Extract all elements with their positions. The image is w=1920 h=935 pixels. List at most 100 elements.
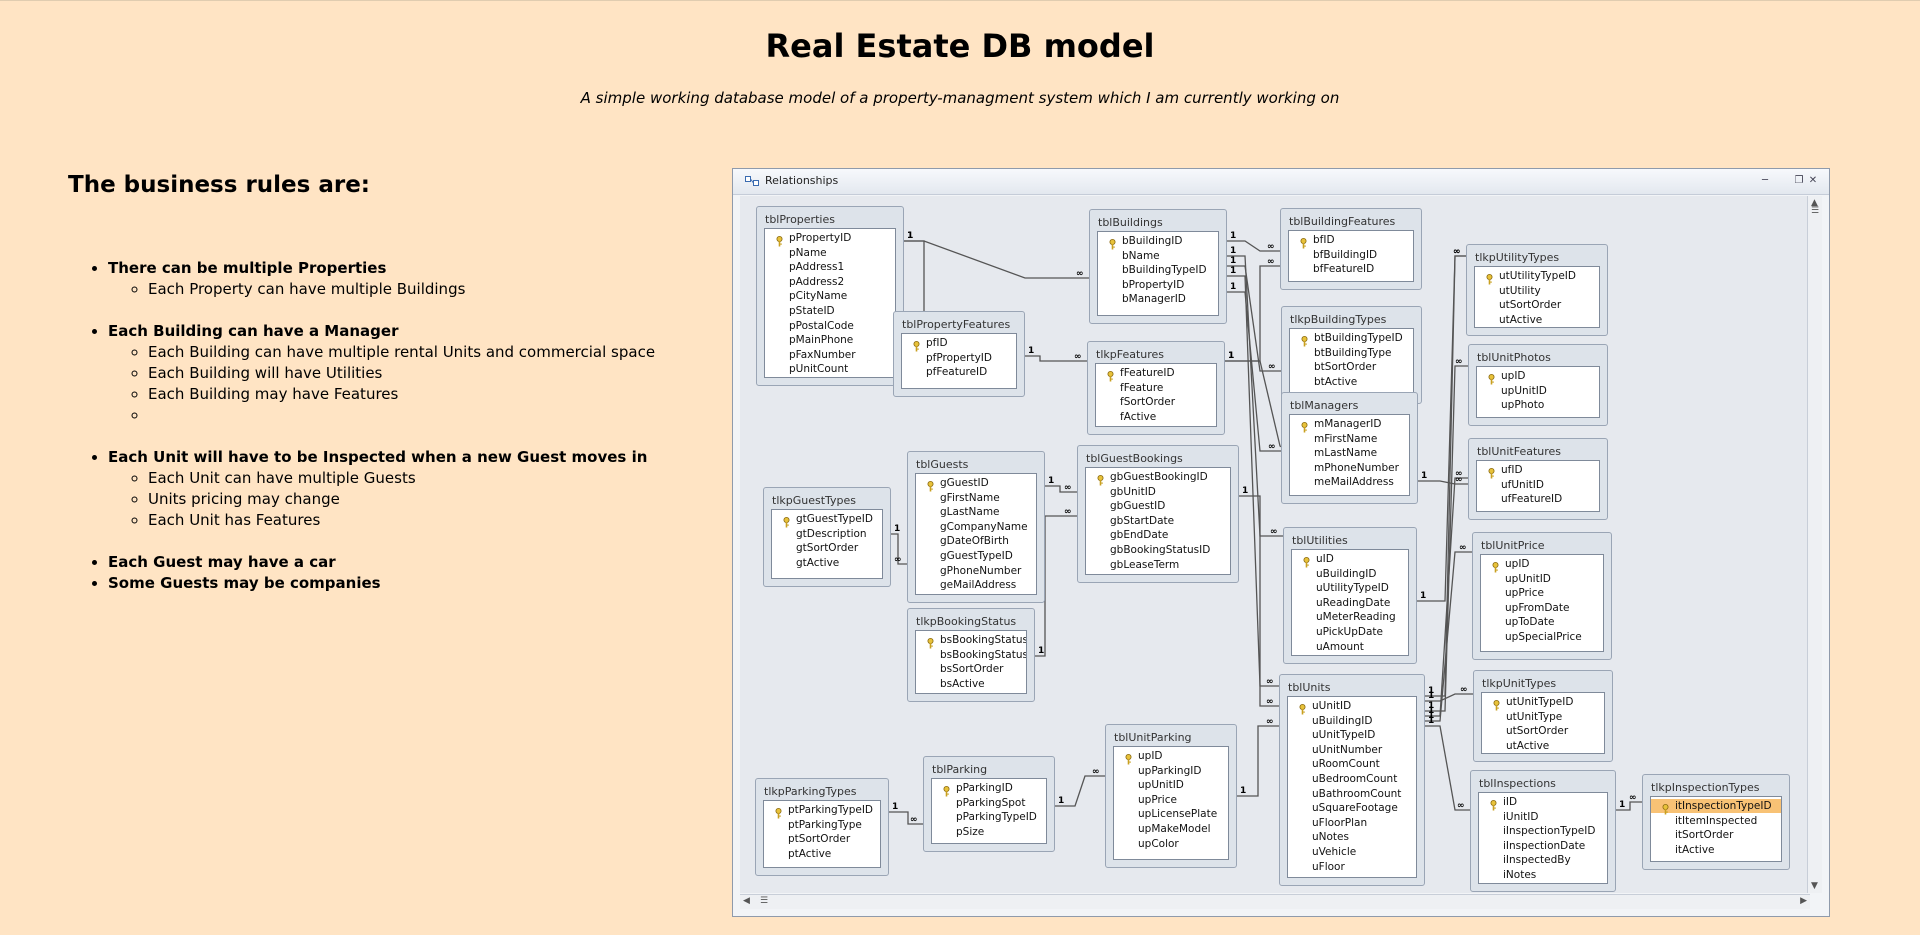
primary-key-field[interactable]: ptParkingTypeID xyxy=(788,803,873,817)
field[interactable]: uAmount xyxy=(1316,640,1364,654)
field[interactable]: pPostalCode xyxy=(789,319,854,333)
table-tblUnitPhotos[interactable]: tblUnitPhotos upID upUnitID upPhoto xyxy=(1468,344,1608,426)
field[interactable]: bBuildingTypeID xyxy=(1122,263,1207,277)
field[interactable]: iNotes xyxy=(1503,868,1536,882)
field[interactable]: gPhoneNumber xyxy=(940,564,1021,578)
field-list[interactable]: gbGuestBookingID gbUnitID gbGuestID gbStart… xyxy=(1085,467,1231,575)
table-title[interactable]: tlkpParkingTypes xyxy=(764,785,857,798)
table-tblUtilities[interactable]: tblUtilities uID uBuildingID uUtilityTypeID… xyxy=(1283,527,1417,664)
field-list[interactable]: upID upParkingID upUnitID upPrice upLicenseP… xyxy=(1113,746,1229,860)
field-list[interactable]: ufID ufUnitID ufFeatureID xyxy=(1476,460,1600,512)
horizontal-scrollbar[interactable]: ◀ ☰ ▶ xyxy=(740,894,1810,909)
primary-key-field[interactable]: utUtilityTypeID xyxy=(1499,269,1576,283)
table-tblBuildingFeatures[interactable]: tblBuildingFeatures bfID bfBuildingID bfFea… xyxy=(1280,208,1422,290)
field[interactable]: gbUnitID xyxy=(1110,485,1156,499)
scroll-thumb-icon[interactable]: ☰ xyxy=(760,896,768,906)
field-list[interactable]: gGuestID gFirstName gLastName gCompanyName g… xyxy=(915,473,1037,595)
field[interactable]: mLastName xyxy=(1314,446,1377,460)
table-tlkpUtilityTypes[interactable]: tlkpUtilityTypes utUtilityTypeID utUtility… xyxy=(1466,244,1608,336)
scroll-down-icon[interactable]: ▼ xyxy=(1811,881,1818,891)
field[interactable]: uBuildingID xyxy=(1316,567,1376,581)
field[interactable]: bsBookingStatus xyxy=(940,648,1026,662)
table-title[interactable]: tblPropertyFeatures xyxy=(902,318,1010,331)
field-list[interactable]: fFeatureID fFeature fSortOrder fActive xyxy=(1095,363,1217,427)
table-title[interactable]: tblGuests xyxy=(916,458,968,471)
field[interactable]: mFirstName xyxy=(1314,432,1377,446)
field-list[interactable]: iID iUnitID iInspectionTypeID iInspectionDa… xyxy=(1478,792,1608,884)
field[interactable]: gLastName xyxy=(940,505,1000,519)
table-tblManagers[interactable]: tblManagers mManagerID mFirstName mLastName… xyxy=(1281,392,1418,504)
field[interactable]: gtDescription xyxy=(796,527,867,541)
field[interactable]: utSortOrder xyxy=(1506,724,1568,738)
field[interactable]: utActive xyxy=(1506,739,1549,753)
field[interactable]: uVehicle xyxy=(1312,845,1356,859)
table-title[interactable]: tblUnitFeatures xyxy=(1477,445,1561,458)
field-list[interactable]: bBuildingID bName bBuildingTypeID bProperty… xyxy=(1097,231,1219,316)
table-title[interactable]: tlkpUtilityTypes xyxy=(1475,251,1559,264)
primary-key-field[interactable]: utUnitTypeID xyxy=(1506,695,1573,709)
table-tlkpFeatures[interactable]: tlkpFeatures fFeatureID fFeature fSortOrder… xyxy=(1087,341,1225,435)
field[interactable]: uReadingDate xyxy=(1316,596,1390,610)
table-tlkpBuildingTypes[interactable]: tlkpBuildingTypes btBuildingTypeID btBuild… xyxy=(1281,306,1422,404)
table-title[interactable]: tlkpBookingStatus xyxy=(916,615,1016,628)
field-list[interactable]: pParkingID pParkingSpot pParkingTypeID pSiz… xyxy=(931,778,1047,844)
table-tlkpBookingStatus[interactable]: tlkpBookingStatus bsBookingStatusIDbsBook… xyxy=(907,608,1035,702)
scroll-thumb-icon[interactable]: ☰ xyxy=(1811,206,1819,216)
table-tblUnitPrice[interactable]: tblUnitPrice upID upUnitID upPrice upFromDat… xyxy=(1472,532,1612,660)
field[interactable]: pfPropertyID xyxy=(926,351,992,365)
field[interactable]: fActive xyxy=(1120,410,1156,424)
field[interactable]: uBuildingID xyxy=(1312,714,1372,728)
field[interactable]: bsActive xyxy=(940,677,985,691)
table-title[interactable]: tlkpBuildingTypes xyxy=(1290,313,1386,326)
field[interactable]: upParkingID xyxy=(1138,764,1201,778)
field[interactable]: utUtility xyxy=(1499,284,1541,298)
table-tlkpParkingTypes[interactable]: tlkpParkingTypes ptParkingTypeID ptParking… xyxy=(755,778,889,876)
field[interactable]: gbStartDate xyxy=(1110,514,1174,528)
table-title[interactable]: tblBuildings xyxy=(1098,216,1163,229)
field[interactable]: uFloorPlan xyxy=(1312,816,1367,830)
field[interactable]: ufFeatureID xyxy=(1501,492,1562,506)
table-title[interactable]: tlkpFeatures xyxy=(1096,348,1164,361)
field[interactable]: pSize xyxy=(956,825,984,839)
field[interactable]: upUnitID xyxy=(1501,384,1547,398)
field[interactable]: itItemInspected xyxy=(1675,814,1757,828)
field[interactable]: gDateOfBirth xyxy=(940,534,1009,548)
field[interactable]: fSortOrder xyxy=(1120,395,1175,409)
field[interactable]: uSquareFootage xyxy=(1312,801,1398,815)
table-tblGuestBookings[interactable]: tblGuestBookings gbGuestBookingID gbUnitID… xyxy=(1077,445,1239,583)
field[interactable]: ptActive xyxy=(788,847,831,861)
field[interactable]: utActive xyxy=(1499,313,1542,327)
field[interactable]: upColor xyxy=(1138,837,1179,851)
table-title[interactable]: tlkpInspectionTypes xyxy=(1651,781,1760,794)
field[interactable]: uBathroomCount xyxy=(1312,787,1401,801)
field[interactable]: uBedroomCount xyxy=(1312,772,1397,786)
primary-key-field[interactable]: fFeatureID xyxy=(1120,366,1175,380)
field[interactable]: iUnitID xyxy=(1503,810,1538,824)
primary-key-field[interactable]: bsBookingStatusID xyxy=(940,633,1026,647)
field[interactable]: bManagerID xyxy=(1122,292,1186,306)
field[interactable]: uNotes xyxy=(1312,830,1349,844)
table-title[interactable]: tblProperties xyxy=(765,213,835,226)
field[interactable]: uFloor xyxy=(1312,860,1345,874)
field-list[interactable]: gtGuestTypeID gtDescription gtSortOrder gtA… xyxy=(771,509,883,579)
primary-key-field[interactable]: mManagerID xyxy=(1314,417,1381,431)
field[interactable]: pFaxNumber xyxy=(789,348,856,362)
field[interactable]: uUnitTypeID xyxy=(1312,728,1375,742)
field[interactable]: upFromDate xyxy=(1505,601,1569,615)
field[interactable]: iInspectionTypeID xyxy=(1503,824,1595,838)
field[interactable]: upUnitID xyxy=(1138,778,1184,792)
field[interactable]: bName xyxy=(1122,249,1160,263)
field[interactable]: utUnitType xyxy=(1506,710,1562,724)
field[interactable]: gbEndDate xyxy=(1110,528,1168,542)
field[interactable]: gtSortOrder xyxy=(796,541,858,555)
table-tblInspections[interactable]: tblInspections iID iUnitID iInspectionTypeI… xyxy=(1470,770,1616,892)
close-icon[interactable]: ✕ xyxy=(1805,174,1821,188)
minimize-icon[interactable]: ─ xyxy=(1757,174,1773,188)
primary-key-field[interactable]: uUnitID xyxy=(1312,699,1351,713)
primary-key-field[interactable]: gtGuestTypeID xyxy=(796,512,873,526)
primary-key-field[interactable]: itInspectionTypeID xyxy=(1651,799,1781,813)
primary-key-field[interactable]: ufID xyxy=(1501,463,1523,477)
field-list[interactable]: bfID bfBuildingID bfFeatureID xyxy=(1288,230,1414,282)
field[interactable]: pName xyxy=(789,246,827,260)
field[interactable]: gbBookingStatusID xyxy=(1110,543,1210,557)
